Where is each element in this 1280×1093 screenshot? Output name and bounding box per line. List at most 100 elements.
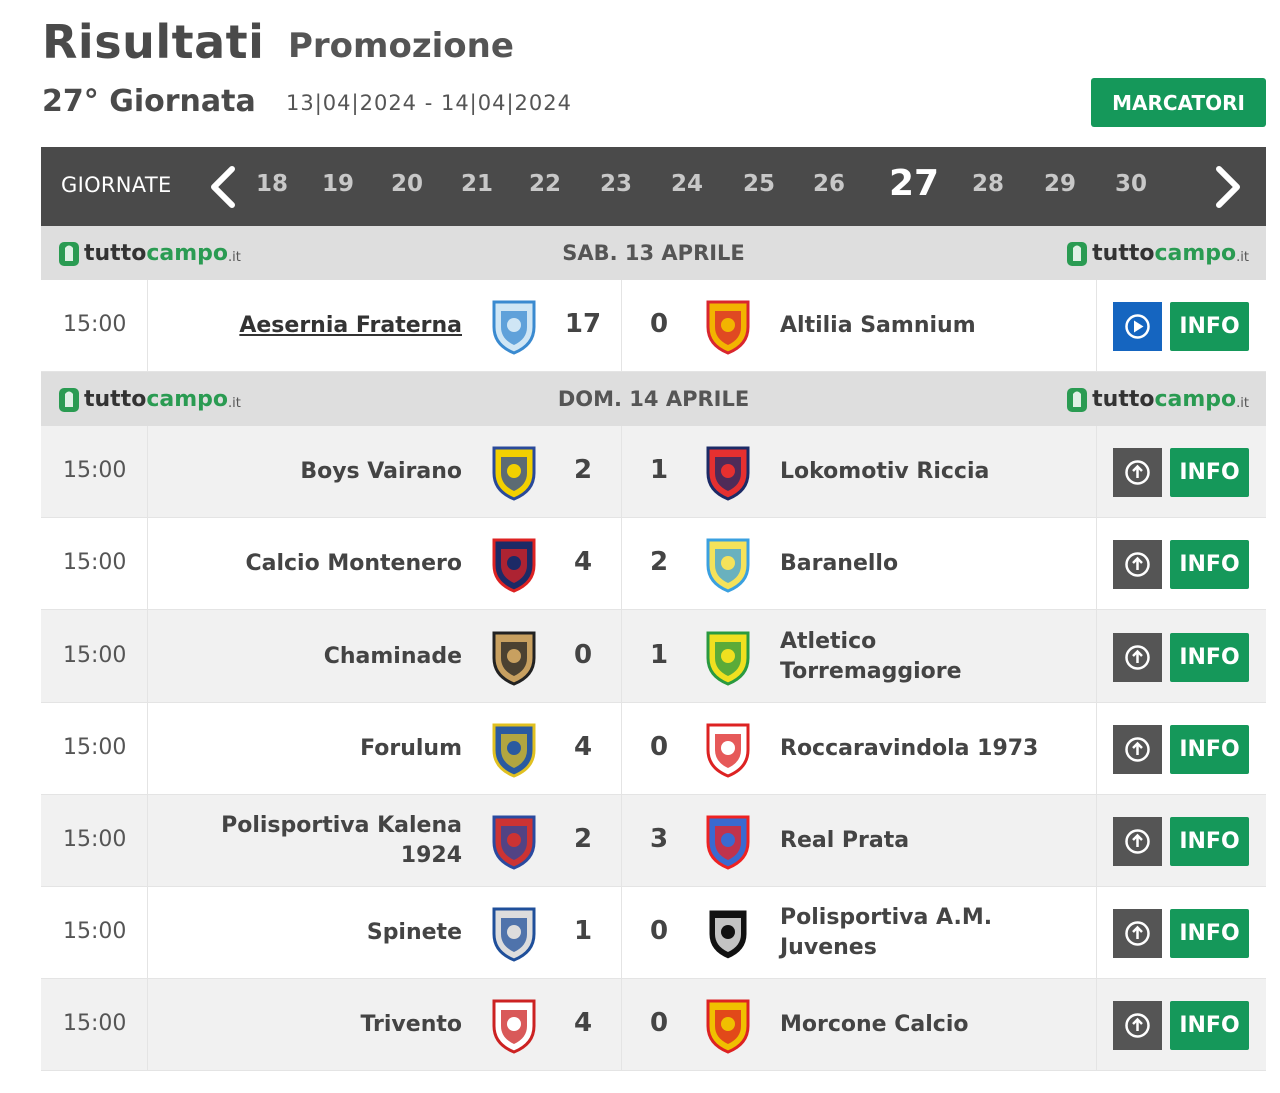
match-row: 15:00 Chaminade 0 1 Atletico Torremaggiore IN… [41, 610, 1266, 703]
home-score: 0 [573, 639, 593, 670]
tuttocampo-logo: tutto campo .it [1066, 239, 1249, 267]
away-team: Altilia Samnium [780, 313, 976, 338]
score-divider [621, 280, 622, 371]
actions-divider [1096, 887, 1097, 978]
matchday-link-20[interactable]: 20 [382, 171, 432, 197]
match-time: 15:00 [63, 919, 127, 944]
home-team: Spinete [366, 920, 462, 945]
home-team: Trivento [360, 1012, 462, 1037]
home-crest-icon [489, 443, 539, 501]
home-score: 1 [573, 916, 593, 946]
matchday-link-25[interactable]: 25 [734, 171, 784, 197]
brand-part-2: campo [1154, 386, 1237, 412]
actions-divider [1096, 795, 1097, 886]
matchday-link-30[interactable]: 30 [1106, 171, 1156, 197]
matchday-link-27[interactable]: 27 [884, 163, 944, 204]
home-score: 4 [573, 547, 593, 577]
match-row: 15:00 Boys Vairano 2 1 Lokomotiv Riccia INFO [41, 426, 1266, 518]
matchday-link-21[interactable]: 21 [452, 171, 502, 197]
score-divider [621, 610, 622, 702]
matchday-dates: 13|04|2024 - 14|04|2024 [286, 91, 573, 115]
match-row: 15:00 Polisportiva Kalena 1924 2 3 Real Prat… [41, 795, 1266, 887]
match-time: 15:00 [63, 642, 127, 668]
score-divider [621, 518, 622, 609]
upload-icon[interactable] [1113, 817, 1162, 866]
chevron-left-icon[interactable] [204, 165, 244, 209]
upload-icon[interactable] [1113, 725, 1162, 774]
marcatori-button[interactable]: MARCATORI [1091, 78, 1266, 127]
info-button[interactable]: INFO [1170, 302, 1249, 351]
away-score: 0 [649, 309, 669, 339]
tuttocampo-logo: tutto campo .it [1066, 385, 1249, 413]
info-button[interactable]: INFO [1170, 632, 1249, 682]
away-team: Roccaravindola 1973 [780, 736, 1039, 761]
matchday-link-24[interactable]: 24 [662, 171, 712, 197]
info-button[interactable]: INFO [1170, 540, 1249, 589]
home-score: 4 [573, 732, 593, 762]
away-crest-icon [703, 812, 753, 870]
home-crest-icon [489, 996, 539, 1054]
info-button[interactable]: INFO [1170, 448, 1249, 497]
play-icon[interactable] [1113, 302, 1162, 351]
home-crest-icon [489, 628, 539, 686]
upload-icon[interactable] [1113, 1001, 1162, 1050]
matchday-link-18[interactable]: 18 [247, 171, 297, 197]
home-team: Chaminade [323, 643, 462, 669]
match-time: 15:00 [63, 550, 127, 575]
matchday-link-23[interactable]: 23 [591, 171, 641, 197]
brand-part-1: tutto [1092, 386, 1155, 412]
info-button[interactable]: INFO [1170, 909, 1249, 958]
home-score: 4 [573, 1008, 593, 1038]
away-team: Baranello [780, 551, 899, 576]
match-row: 15:00 Forulum 4 0 Roccaravindola 1973 INFO [41, 703, 1266, 795]
away-score: 0 [649, 732, 669, 762]
chevron-right-icon[interactable] [1207, 165, 1247, 209]
actions-divider [1096, 610, 1097, 702]
actions-divider [1096, 280, 1097, 371]
away-crest-icon [703, 628, 753, 686]
home-team: Forulum [360, 736, 462, 761]
upload-icon[interactable] [1113, 909, 1162, 958]
upload-icon[interactable] [1113, 448, 1162, 497]
info-button[interactable]: INFO [1170, 725, 1249, 774]
away-score: 3 [649, 824, 669, 854]
actions-divider [1096, 518, 1097, 609]
match-row: 15:00 Trivento 4 0 Morcone Calcio INFO [41, 979, 1266, 1071]
away-team: Real Prata [780, 828, 910, 853]
away-crest-icon [703, 904, 753, 962]
home-score: 17 [564, 309, 602, 339]
score-divider [621, 426, 622, 517]
score-divider [621, 795, 622, 886]
page-title: Risultati [42, 15, 265, 69]
matchday-link-29[interactable]: 29 [1035, 171, 1085, 197]
matchday-link-19[interactable]: 19 [313, 171, 363, 197]
brand-part-3: .it [1236, 249, 1249, 265]
matchday-link-22[interactable]: 22 [520, 171, 570, 197]
brand-part-1: tutto [1092, 240, 1155, 266]
away-score: 1 [649, 639, 669, 670]
match-time: 15:00 [63, 1011, 127, 1036]
matchday-link-28[interactable]: 28 [963, 171, 1013, 197]
away-crest-icon [703, 720, 753, 778]
home-team: Polisportiva Kalena 1924 [221, 813, 462, 868]
away-crest-icon [703, 443, 753, 501]
actions-divider [1096, 426, 1097, 517]
info-button[interactable]: INFO [1170, 1001, 1249, 1050]
league-name: Promozione [288, 26, 514, 66]
away-score: 0 [649, 1008, 669, 1038]
day-header: tutto campo .it SAB. 13 APRILE tutto campo .it [41, 226, 1266, 280]
away-team: Atletico Torremaggiore [780, 628, 962, 684]
home-team[interactable]: Aesernia Fraterna [142, 311, 462, 341]
upload-icon[interactable] [1113, 632, 1162, 682]
home-crest-icon [489, 535, 539, 593]
match-time: 15:00 [63, 458, 127, 483]
away-score: 1 [649, 455, 669, 485]
away-crest-icon [703, 297, 753, 355]
tuttocampo-leaf-icon [1066, 385, 1088, 413]
matchday-title: 27° Giornata [42, 84, 256, 119]
brand-part-3: .it [1236, 395, 1249, 411]
actions-divider [1096, 979, 1097, 1070]
matchday-link-26[interactable]: 26 [804, 171, 854, 197]
upload-icon[interactable] [1113, 540, 1162, 589]
info-button[interactable]: INFO [1170, 817, 1249, 866]
